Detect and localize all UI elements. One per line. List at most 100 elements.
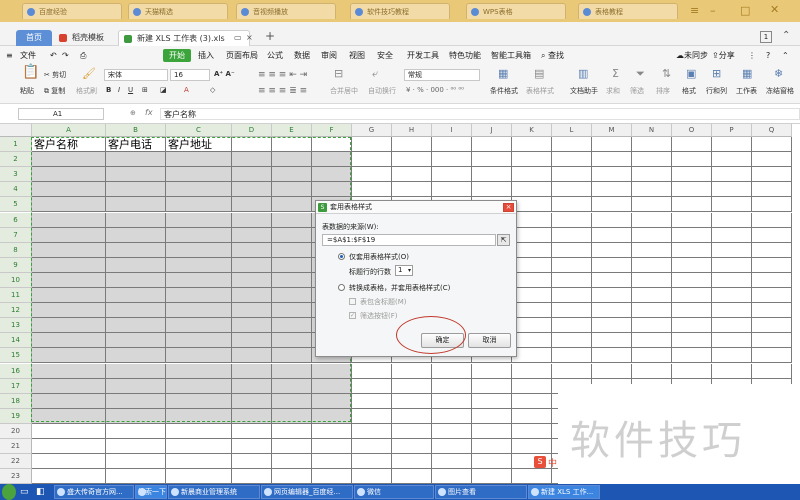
cell[interactable] [106, 182, 166, 198]
column-header[interactable]: Q [752, 124, 792, 137]
cell[interactable] [552, 137, 592, 153]
share-button[interactable]: ⇪分享 [712, 49, 735, 62]
cell[interactable] [272, 167, 312, 183]
cell[interactable] [632, 318, 672, 334]
cell[interactable] [672, 197, 712, 213]
cell[interactable] [232, 378, 272, 394]
cell[interactable] [672, 272, 712, 288]
cell[interactable] [512, 333, 552, 349]
cell[interactable] [552, 303, 592, 319]
cell[interactable] [592, 257, 632, 273]
copy-button[interactable]: ⧉ 复制 [44, 86, 65, 96]
cell[interactable] [106, 288, 166, 304]
bold-button[interactable]: B [106, 86, 111, 94]
taskbar-item[interactable]: 新晨商业管理系统 [168, 485, 260, 499]
cell[interactable] [352, 469, 392, 485]
cell[interactable] [272, 272, 312, 288]
cell[interactable] [712, 303, 752, 319]
cell[interactable] [272, 288, 312, 304]
freeze-button[interactable]: 冻结窗格 [766, 86, 794, 96]
cell[interactable] [752, 227, 792, 243]
cell[interactable] [232, 197, 272, 213]
row-header[interactable]: 3 [0, 167, 32, 183]
font-size-select[interactable]: 16 [170, 69, 210, 81]
cell[interactable] [272, 348, 312, 364]
cell[interactable] [352, 393, 392, 409]
row-header[interactable]: 14 [0, 333, 32, 349]
column-header[interactable]: K [512, 124, 552, 137]
cell[interactable] [592, 333, 632, 349]
cell[interactable] [32, 469, 106, 485]
cell[interactable] [166, 333, 232, 349]
browser-tab[interactable]: 百度经验 [22, 3, 122, 19]
cell[interactable] [632, 137, 672, 153]
paste-button[interactable]: 粘贴 [20, 86, 34, 96]
cell[interactable] [106, 378, 166, 394]
cell[interactable] [552, 363, 592, 379]
cell[interactable] [752, 137, 792, 153]
cell[interactable] [232, 318, 272, 334]
tab-review[interactable]: 审阅 [321, 49, 337, 62]
cell[interactable] [32, 288, 106, 304]
cell[interactable] [552, 333, 592, 349]
cell[interactable] [712, 167, 752, 183]
cell[interactable] [592, 212, 632, 228]
cell[interactable] [752, 197, 792, 213]
table-style-button[interactable]: 表格样式 [526, 86, 554, 96]
print-icon[interactable]: ⎙ [80, 49, 86, 62]
undo-icon[interactable]: ↶ [50, 49, 57, 62]
cell[interactable] [106, 227, 166, 243]
cell[interactable] [352, 152, 392, 168]
cell[interactable] [392, 182, 432, 198]
cell[interactable] [166, 197, 232, 213]
collapse-ribbon-icon[interactable]: ⌃ [782, 49, 789, 62]
cell[interactable] [552, 197, 592, 213]
cell[interactable] [166, 393, 232, 409]
column-header[interactable]: L [552, 124, 592, 137]
cell[interactable] [392, 408, 432, 424]
number-format-select[interactable]: 常规 [404, 69, 480, 81]
cell[interactable] [432, 408, 472, 424]
cell[interactable] [512, 137, 552, 153]
format-painter-button[interactable]: 格式刷 [76, 86, 97, 96]
has-header-checkbox[interactable] [349, 298, 356, 305]
tab-security[interactable]: 安全 [377, 49, 393, 62]
cell[interactable] [712, 363, 752, 379]
cell[interactable] [432, 137, 472, 153]
cell[interactable] [632, 152, 672, 168]
column-header[interactable]: N [632, 124, 672, 137]
cell[interactable] [592, 167, 632, 183]
cell[interactable] [752, 242, 792, 258]
taskbar-item[interactable]: 网页编辑器_百度经... [261, 485, 353, 499]
row-header[interactable]: 6 [0, 212, 32, 228]
column-header[interactable]: H [392, 124, 432, 137]
wps-template-tab[interactable]: 稻壳模板 [54, 30, 110, 46]
cell[interactable] [592, 197, 632, 213]
cell[interactable] [592, 303, 632, 319]
fx-icon[interactable]: fx [145, 108, 153, 117]
cell[interactable] [552, 212, 592, 228]
cell[interactable] [106, 242, 166, 258]
cell[interactable] [166, 378, 232, 394]
cell[interactable] [166, 454, 232, 470]
cell[interactable] [392, 423, 432, 439]
row-header[interactable]: 21 [0, 439, 32, 455]
cell[interactable] [512, 227, 552, 243]
merge-button[interactable]: 合并居中 [330, 86, 358, 96]
tab-data[interactable]: 数据 [294, 49, 310, 62]
align-top-icons[interactable]: ≡ ≡ ≡ ⇤ ⇥ [258, 70, 307, 80]
cell[interactable] [512, 242, 552, 258]
cell[interactable] [32, 318, 106, 334]
cell[interactable] [32, 197, 106, 213]
cell[interactable] [632, 167, 672, 183]
tab-window-icon[interactable]: ▭ [234, 32, 242, 44]
row-header[interactable]: 17 [0, 378, 32, 394]
cell[interactable] [392, 393, 432, 409]
desktop-icon[interactable]: ▭ [20, 486, 29, 498]
cell[interactable] [672, 212, 712, 228]
cell[interactable] [32, 167, 106, 183]
select-all-corner[interactable] [0, 124, 32, 137]
help-icon[interactable]: ? [766, 49, 770, 62]
cell[interactable] [592, 348, 632, 364]
cell[interactable] [752, 348, 792, 364]
